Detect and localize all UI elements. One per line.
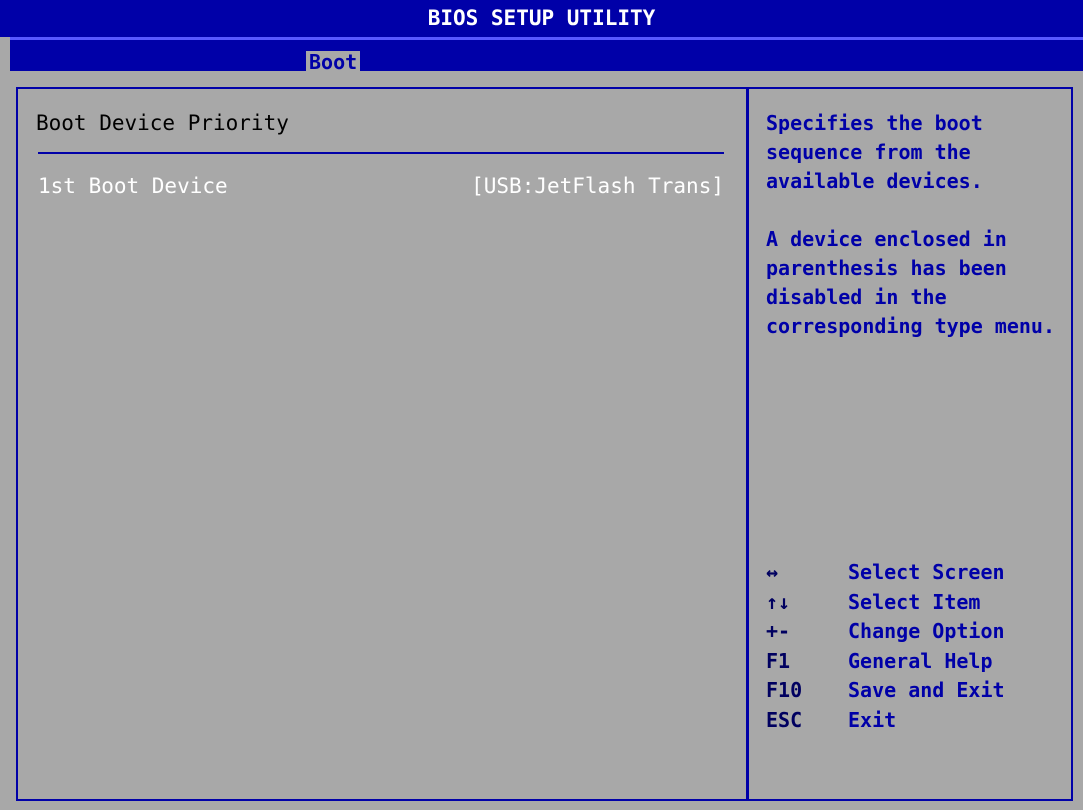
key-action: General Help — [848, 648, 993, 673]
setting-1st-boot-device[interactable]: 1st Boot Device [USB:JetFlash Trans] — [38, 172, 724, 200]
plus-minus-icon: +- — [766, 619, 791, 643]
key-f1: F1 — [766, 648, 791, 673]
key-row-change-option: +- Change Option — [766, 617, 1066, 647]
menu-bar-stripe — [10, 37, 1083, 40]
key-action: Change Option — [848, 619, 1005, 643]
help-panel-divider — [746, 89, 749, 799]
key-row-select-item: ↑↓ Select Item — [766, 588, 1066, 618]
main-frame: Boot Device Priority 1st Boot Device [US… — [16, 87, 1073, 801]
help-panel: Specifies the boot sequence from the ava… — [766, 109, 1056, 370]
tab-boot[interactable]: Boot — [306, 51, 361, 73]
key-action: Select Screen — [848, 560, 1005, 584]
section-divider — [38, 152, 724, 154]
help-paragraph: Specifies the boot sequence from the ava… — [766, 111, 983, 193]
setting-value[interactable]: [USB:JetFlash Trans] — [471, 172, 724, 200]
bios-title: BIOS SETUP UTILITY — [427, 6, 656, 30]
key-action: Exit — [848, 707, 897, 732]
key-row-select-screen: ↔ Select Screen — [766, 558, 1066, 588]
key-action: Select Item — [848, 589, 981, 614]
left-right-arrow-icon: ↔ — [766, 560, 779, 584]
up-down-arrow-icon: ↑↓ — [766, 589, 791, 614]
menu-bar: Boot — [10, 37, 1083, 73]
bios-title-bar: BIOS SETUP UTILITY — [0, 0, 1083, 37]
help-paragraph: A device enclosed in parenthesis has bee… — [766, 227, 1055, 338]
key-row-general-help: F1 General Help — [766, 647, 1066, 677]
key-row-save-exit: F10 Save and Exit — [766, 676, 1066, 706]
key-legend: ↔ Select Screen ↑↓ Select Item +- Change… — [766, 558, 1066, 735]
section-title: Boot Device Priority — [36, 111, 289, 135]
key-row-exit: ESC Exit — [766, 706, 1066, 736]
key-action: Save and Exit — [848, 678, 1005, 702]
key-esc: ESC — [766, 707, 803, 732]
setting-label: 1st Boot Device — [38, 174, 228, 198]
key-f10: F10 — [766, 678, 803, 702]
